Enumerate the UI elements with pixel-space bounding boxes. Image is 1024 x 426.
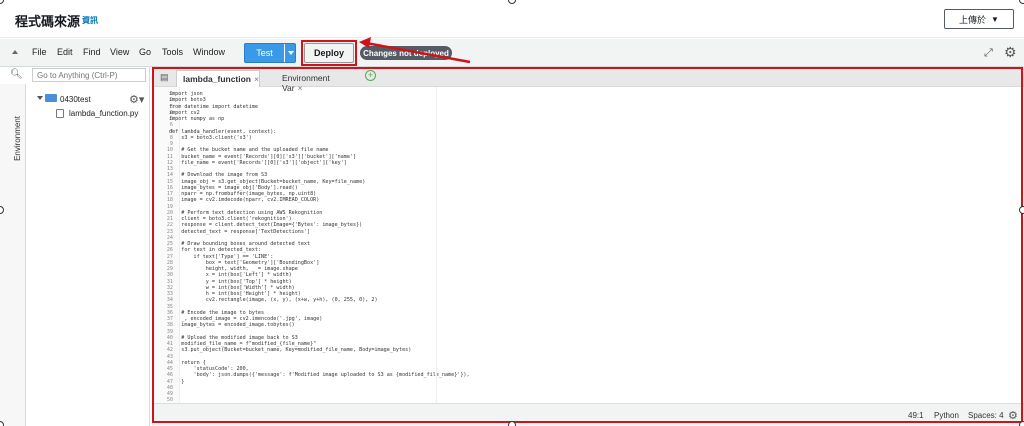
tab-label: lambda_function — [183, 74, 252, 84]
collapse-caret-icon[interactable] — [12, 50, 18, 54]
ide-toolbar: File Edit Find View Go Tools Window — [0, 39, 1024, 67]
tree-settings-gear-icon[interactable]: ⚙▾ — [129, 93, 144, 106]
menu-tools[interactable]: Tools — [162, 47, 183, 57]
menu-find[interactable]: Find — [83, 47, 101, 57]
upload-from-label: 上傳於 — [959, 14, 987, 25]
tab-environment-var[interactable]: Environment Var × — [276, 70, 358, 93]
tree-expand-icon[interactable] — [37, 96, 43, 100]
menu-view[interactable]: View — [110, 47, 129, 57]
tree-folder-name[interactable]: 0430test — [60, 95, 91, 104]
add-tab-icon[interactable]: + — [365, 70, 376, 81]
python-file-icon — [56, 109, 64, 118]
menu-go[interactable]: Go — [139, 47, 151, 57]
editor-status-bar: 49:1 Python Spaces: 4 ⚙ — [152, 403, 1024, 426]
resize-handle-middle-right[interactable] — [1019, 206, 1024, 214]
page-header: 程式碼來源 資訊 上傳於 ▼ — [0, 0, 1024, 38]
resize-handle-bottom-right[interactable] — [1019, 421, 1024, 426]
tab-lambda-function[interactable]: lambda_function × — [176, 70, 260, 87]
editor-settings-gear-icon[interactable]: ⚙ — [1008, 409, 1018, 422]
editor-tabs: ▤ lambda_function × Environment Var × + — [152, 67, 1024, 93]
chevron-down-icon: ▼ — [991, 14, 999, 24]
fullscreen-icon[interactable]: ⤢ — [984, 47, 993, 60]
page-title: 程式碼來源 — [15, 14, 81, 29]
go-to-anything-input[interactable] — [32, 68, 146, 82]
language-mode[interactable]: Python — [934, 411, 959, 420]
resize-handle-bottom-center[interactable] — [508, 421, 516, 426]
cursor-position[interactable]: 49:1 — [908, 411, 924, 420]
test-dropdown-icon[interactable] — [288, 51, 294, 55]
code-editor-panel: ▤ lambda_function × Environment Var × + 1 … — [152, 67, 1024, 426]
indent-spaces[interactable]: Spaces: 4 — [968, 411, 1004, 420]
upload-from-button[interactable]: 上傳於 ▼ — [944, 9, 1014, 29]
changes-status-badge: Changes not deployed — [360, 46, 452, 60]
test-button-label: Test — [256, 48, 273, 58]
code-text[interactable]: import json import boto3 from datetime i… — [169, 91, 470, 391]
tree-file-name[interactable]: lambda_function.py — [69, 109, 138, 118]
folder-icon — [45, 94, 57, 102]
menu-file[interactable]: File — [32, 47, 47, 57]
test-button[interactable]: Test — [244, 43, 296, 63]
tab-menu-icon[interactable]: ▤ — [160, 72, 169, 83]
tab-label: Environment Var — [282, 73, 330, 93]
environment-tab-label: Environment — [13, 116, 22, 161]
close-icon[interactable]: × — [254, 74, 259, 84]
search-icon: 🔍︎ — [10, 69, 23, 80]
test-split-divider — [284, 44, 285, 62]
menu-edit[interactable]: Edit — [57, 47, 73, 57]
deploy-button[interactable]: Deploy — [304, 43, 354, 63]
print-margin-line — [436, 87, 437, 403]
menu-window[interactable]: Window — [193, 47, 225, 57]
info-link[interactable]: 資訊 — [82, 15, 98, 26]
gear-icon[interactable]: ⚙ — [1004, 44, 1017, 61]
